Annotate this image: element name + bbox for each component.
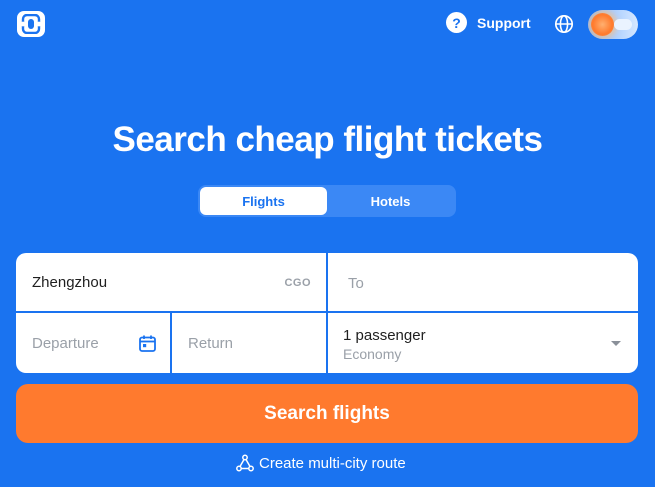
- departure-placeholder: Departure: [32, 335, 99, 352]
- sun-icon: [591, 13, 614, 36]
- theme-toggle[interactable]: [588, 10, 638, 39]
- multi-city-label: Create multi-city route: [259, 454, 406, 472]
- origin-value: Zhengzhou: [32, 274, 108, 291]
- multi-city-link[interactable]: Create multi-city route: [236, 454, 406, 472]
- app-logo[interactable]: [17, 11, 45, 37]
- search-flights-button[interactable]: Search flights: [16, 384, 638, 443]
- passengers-select[interactable]: 1 passenger Economy: [328, 313, 638, 373]
- search-type-tabs: Flights Hotels: [198, 185, 456, 217]
- passenger-count: 1 passenger: [343, 327, 426, 344]
- origin-airport-code: CGO: [284, 277, 311, 289]
- support-label: Support: [477, 14, 531, 31]
- origin-field[interactable]: Zhengzhou CGO: [16, 253, 326, 311]
- tab-hotels[interactable]: Hotels: [327, 187, 454, 215]
- tab-flights[interactable]: Flights: [200, 187, 327, 215]
- route-icon: [236, 454, 254, 472]
- destination-field[interactable]: To: [328, 253, 638, 311]
- ticket-logo-icon: [21, 14, 41, 34]
- question-icon: ?: [446, 12, 467, 33]
- departure-date-field[interactable]: Departure: [16, 313, 170, 373]
- calendar-icon[interactable]: [139, 335, 156, 352]
- return-placeholder: Return: [188, 335, 234, 352]
- globe-icon[interactable]: [554, 14, 574, 34]
- cabin-class: Economy: [343, 346, 402, 362]
- page-title: Search cheap flight tickets: [112, 120, 543, 159]
- support-link[interactable]: ? Support: [446, 12, 531, 33]
- chevron-down-icon: [611, 341, 621, 346]
- cloud-icon: [614, 19, 632, 30]
- return-date-field[interactable]: Return: [172, 313, 326, 373]
- destination-placeholder: To: [348, 275, 364, 292]
